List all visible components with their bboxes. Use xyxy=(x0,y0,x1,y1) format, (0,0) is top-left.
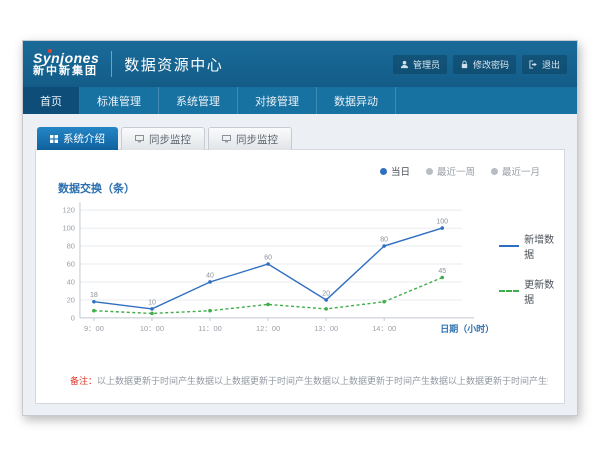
app-window: Synjones 新中新集团 数据资源中心 管理员 修改密码 退出 首页 标准管… xyxy=(22,40,578,416)
nav-item-data-changes[interactable]: 数据异动 xyxy=(317,87,396,114)
change-password-button[interactable]: 修改密码 xyxy=(453,55,516,74)
tab-label: 系统介绍 xyxy=(63,131,105,146)
svg-text:10：00: 10：00 xyxy=(140,324,164,333)
svg-text:11：00: 11：00 xyxy=(198,324,222,333)
nav-item-system[interactable]: 系统管理 xyxy=(159,87,238,114)
radio-dot-icon xyxy=(426,168,433,175)
svg-text:12：00: 12：00 xyxy=(256,324,280,333)
company-logo[interactable]: Synjones 新中新集团 xyxy=(33,51,99,78)
svg-text:13：00: 13：00 xyxy=(314,324,338,333)
admin-user-button[interactable]: 管理员 xyxy=(393,55,447,74)
radio-dot-icon xyxy=(491,168,498,175)
nav-label: 数据异动 xyxy=(334,93,378,109)
logout-button[interactable]: 退出 xyxy=(522,55,567,74)
lock-icon xyxy=(460,60,469,69)
logo-red-dot-icon xyxy=(48,49,52,53)
svg-text:0: 0 xyxy=(71,313,75,322)
svg-text:40: 40 xyxy=(67,277,75,286)
svg-text:日期（小时）: 日期（小时） xyxy=(440,323,494,334)
nav-item-standards[interactable]: 标准管理 xyxy=(80,87,159,114)
period-filter-group: 当日 最近一周 最近一月 xyxy=(36,150,564,178)
tab-sync-monitor-2[interactable]: 同步监控 xyxy=(208,127,292,150)
tab-sync-monitor-1[interactable]: 同步监控 xyxy=(121,127,205,150)
line-sample-icon xyxy=(499,290,519,292)
filter-today[interactable]: 当日 xyxy=(380,164,410,178)
monitor-icon xyxy=(222,135,231,143)
app-header: Synjones 新中新集团 数据资源中心 管理员 修改密码 退出 xyxy=(23,41,577,87)
header-actions: 管理员 修改密码 退出 xyxy=(393,55,567,74)
svg-text:18: 18 xyxy=(90,292,98,299)
line-sample-icon xyxy=(499,245,519,247)
tab-label: 同步监控 xyxy=(149,132,191,147)
svg-text:20: 20 xyxy=(67,295,75,304)
tab-system-intro[interactable]: 系统介绍 xyxy=(37,127,118,150)
monitor-icon xyxy=(135,135,144,143)
tab-bar: 系统介绍 同步监控 同步监控 xyxy=(35,127,565,150)
legend-item-new-data[interactable]: 新增数据 xyxy=(499,231,564,261)
logout-label: 退出 xyxy=(542,58,560,71)
footnote-text: 以上数据更新于时间产生数据以上数据更新于时间产生数据以上数据更新于时间产生数据以… xyxy=(97,376,548,386)
user-icon xyxy=(400,60,409,69)
data-exchange-line-chart: 0 20 40 60 80 100 120 9：00 10：00 11：00 12：00 13：00 1… xyxy=(48,196,497,348)
logo-cn-text: 新中新集团 xyxy=(33,65,99,78)
nav-label: 对接管理 xyxy=(255,93,299,109)
chart-panel: 当日 最近一周 最近一月 数据交换（条） 0 20 40 60 80 100 120 9：00… xyxy=(35,149,565,404)
filter-label: 当日 xyxy=(391,164,410,178)
logo-text: Synjones xyxy=(33,51,99,65)
filter-label: 最近一周 xyxy=(437,164,475,178)
svg-text:40: 40 xyxy=(206,272,214,279)
grid-icon xyxy=(50,135,58,143)
app-title: 数据资源中心 xyxy=(124,54,223,75)
legend-item-updated-data[interactable]: 更新数据 xyxy=(499,276,564,306)
nav-item-integration[interactable]: 对接管理 xyxy=(238,87,317,114)
main-nav: 首页 标准管理 系统管理 对接管理 数据异动 xyxy=(23,87,577,114)
legend-label: 新增数据 xyxy=(524,231,564,261)
filter-last-month[interactable]: 最近一月 xyxy=(491,164,540,178)
svg-text:80: 80 xyxy=(67,242,75,251)
y-axis-title: 数据交换（条） xyxy=(58,180,564,196)
radio-dot-icon xyxy=(380,168,387,175)
legend-label: 更新数据 xyxy=(524,276,564,306)
content-area: 系统介绍 同步监控 同步监控 当日 最近一周 xyxy=(23,114,577,404)
nav-label: 首页 xyxy=(40,93,62,109)
logo-en-text: Synjones xyxy=(33,50,99,66)
svg-text:10: 10 xyxy=(148,299,156,306)
svg-text:120: 120 xyxy=(62,206,74,215)
svg-text:9：00: 9：00 xyxy=(84,324,104,333)
filter-last-week[interactable]: 最近一周 xyxy=(426,164,475,178)
footnote: 备注：以上数据更新于时间产生数据以上数据更新于时间产生数据以上数据更新于时间产生… xyxy=(70,374,548,387)
change-password-label: 修改密码 xyxy=(473,58,509,71)
logout-icon xyxy=(529,60,538,69)
filter-label: 最近一月 xyxy=(502,164,540,178)
nav-label: 标准管理 xyxy=(97,93,141,109)
tab-label: 同步监控 xyxy=(236,132,278,147)
chart-row: 0 20 40 60 80 100 120 9：00 10：00 11：00 12：00 13：00 1… xyxy=(36,196,564,348)
chart-legend: 新增数据 更新数据 xyxy=(499,231,564,306)
svg-text:100: 100 xyxy=(436,219,448,226)
footnote-label: 备注： xyxy=(70,376,97,386)
svg-text:60: 60 xyxy=(264,255,272,262)
svg-text:20: 20 xyxy=(322,290,330,297)
svg-text:100: 100 xyxy=(62,224,74,233)
svg-text:14：00: 14：00 xyxy=(372,324,396,333)
svg-text:45: 45 xyxy=(438,268,446,275)
svg-text:80: 80 xyxy=(380,237,388,244)
svg-text:60: 60 xyxy=(67,260,75,269)
admin-user-label: 管理员 xyxy=(413,58,440,71)
header-divider xyxy=(111,51,112,77)
nav-item-home[interactable]: 首页 xyxy=(23,87,80,114)
nav-label: 系统管理 xyxy=(176,93,220,109)
